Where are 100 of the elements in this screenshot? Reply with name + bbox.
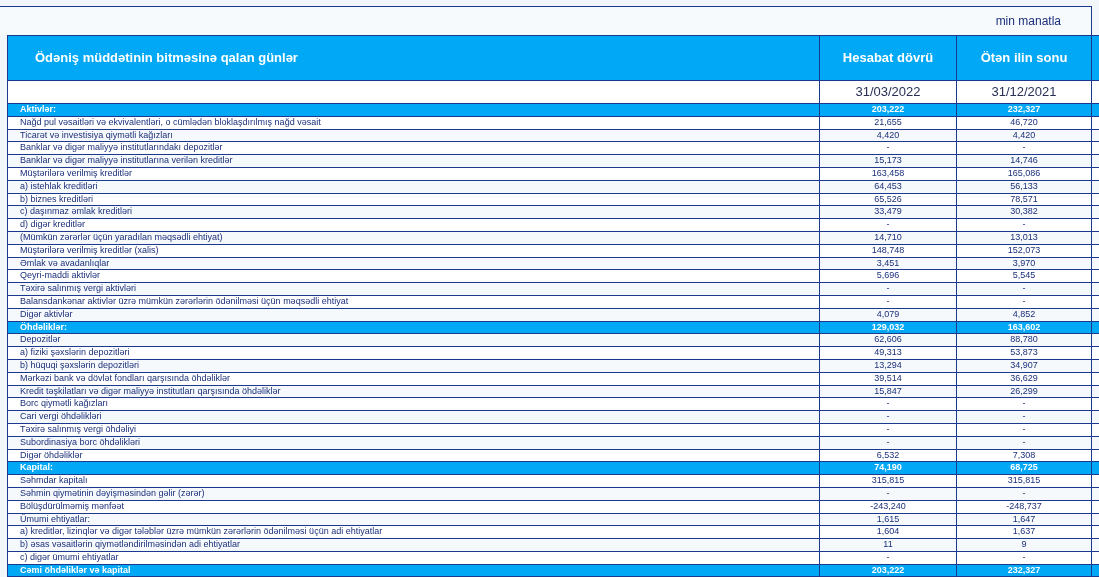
table-cell: - [1022, 219, 1026, 230]
table-cell: - [886, 423, 890, 434]
row-label: Müştərilərə verilmiş kreditlər (xalis) [20, 244, 159, 255]
table-cell: 163,458 [871, 168, 905, 178]
table-cell: 203,222 [871, 564, 905, 575]
row-label: Müştərilərə verilmiş kreditlər [20, 168, 133, 178]
table-cell: 1,647 [1012, 513, 1036, 524]
table-cell: 46,720 [1010, 116, 1038, 127]
table-cell: - [886, 142, 890, 153]
table-cell: - [886, 219, 890, 230]
table-cell: 5,545 [1012, 270, 1036, 281]
row-label: Təxirə salınmış vergi aktivləri [20, 283, 137, 294]
row-label: Səhmin qiymətinin dəyişməsindən gəlir (zərər) [20, 487, 205, 498]
table-cell: 13,013 [1010, 231, 1038, 242]
table-cell: 39,514 [874, 372, 902, 383]
table-cell: 26,299 [1010, 385, 1038, 396]
table-cell: 232,327 [1007, 564, 1041, 575]
row-label: b) biznes kreditləri [20, 193, 94, 204]
table-cell: -243,240 [870, 500, 906, 511]
row-label: b) əsas vəsaitlərin qiymətləndirilməsindən adi ehtiyatlar [20, 539, 241, 550]
unit-label: min manatla [995, 14, 1061, 28]
table-cell: 1,604 [876, 526, 900, 537]
row-label: Banklar və digər maliyyə institutlarına verilən kreditlər [20, 155, 233, 166]
row-label: Aktivlər: [20, 104, 56, 114]
row-label: (Mümkün zərərlər üçün yaradılan məqsədli ehtiyat) [20, 231, 223, 242]
row-label: c) daşınmaz əmlak kreditləri [20, 206, 133, 217]
table-cell: - [1022, 142, 1026, 153]
table-cell: 88,780 [1010, 334, 1038, 345]
table-cell: 68,725 [1010, 462, 1038, 473]
table-cell: 7,308 [1012, 449, 1036, 460]
row-label: Depozitlər [20, 334, 61, 345]
table-cell: 78,571 [1010, 193, 1038, 204]
table-cell: 165,086 [1007, 168, 1041, 178]
table-cell: 14,710 [874, 231, 902, 242]
table-cell: - [886, 551, 890, 562]
row-label: Əmlak və avadanlıqlar [20, 257, 110, 268]
date-header: 31/03/2022 [855, 84, 921, 99]
table-cell: 65,526 [874, 193, 902, 204]
table-cell: 6,532 [876, 449, 900, 460]
table-cell: 1,615 [876, 513, 900, 524]
table-cell: 49,313 [874, 347, 902, 358]
table-cell: 4,852 [1012, 308, 1036, 319]
row-label: d) digər kreditlər [20, 219, 86, 230]
table-cell: 64,453 [874, 180, 902, 191]
table-cell: 34,907 [1010, 359, 1038, 370]
row-label: Balansdankənar aktivlər üzrə mümkün zərərlərin ödənilməsi üçün məqsədli ehtiyat [20, 295, 349, 306]
table-cell: 129,032 [871, 321, 905, 332]
column-header: Ötən ilin sonu [980, 52, 1068, 64]
table-cell: -248,737 [1006, 500, 1042, 511]
column-header: Hesabat dövrü [842, 52, 934, 64]
row-label: Mərkəzi bank və dövlət fondları qarşısında öhdəliklər [20, 372, 231, 383]
row-label: Ticarət və investisiya qiymətli kağızları [20, 129, 173, 140]
row-label: Nağd pul vəsaitləri və ekvivalentləri, o cümlədən bloklaşdırılmış nağd vəsait [20, 116, 321, 127]
table-cell: - [1022, 295, 1026, 306]
table-cell: 14,746 [1010, 155, 1038, 166]
row-label: Digər aktivlər [20, 308, 73, 319]
table-cell: - [1022, 487, 1026, 498]
table-cell: 4,420 [1012, 129, 1036, 140]
table-cell: 56,133 [1010, 180, 1038, 191]
row-label: a) istehlak kreditləri [20, 180, 98, 191]
table-cell: 163,602 [1007, 321, 1041, 332]
row-label: Bölüşdürülməmiş mənfəət [20, 500, 125, 511]
table-cell: - [886, 283, 890, 294]
table-cell: 3,451 [876, 257, 900, 268]
table-cell: 4,079 [876, 308, 900, 319]
table-cell: 33,479 [874, 206, 902, 217]
row-label: Cari vergi öhdəlikləri [20, 411, 102, 422]
table-cell: 11 [883, 539, 893, 550]
table-cell: 1,637 [1012, 526, 1036, 537]
table-cell: - [1022, 551, 1026, 562]
table-cell: - [886, 487, 890, 498]
table-cell: 4,420 [876, 129, 900, 140]
table-cell: - [1022, 436, 1026, 447]
table-cell: 74,190 [874, 462, 902, 473]
row-label: Kredit təşkilatları və digər maliyyə institutları qarşısında öhdəliklər [20, 385, 281, 396]
table-cell: 30,382 [1010, 206, 1038, 217]
table-cell: 203,222 [871, 104, 905, 114]
row-label: Kapital: [20, 462, 53, 473]
row-label: Qeyri-maddi aktivlər [20, 270, 101, 281]
table-cell: 13,294 [874, 359, 902, 370]
row-label: c) digər ümumi ehtiyatlar [20, 551, 119, 562]
table-cell: 15,847 [874, 385, 902, 396]
column-header: Ödəniş müddətinin bitməsinə qalan günlər [35, 52, 298, 64]
row-label: b) hüquqi şəxslərin depozitləri [20, 359, 140, 370]
table-cell: - [886, 398, 890, 409]
row-label: a) kreditlər, lizinqlər və digər tələblər üzrə mümkün zərərlərin ödənilməsi üçün adi ehtiyatlar [20, 526, 383, 537]
table-cell: - [1022, 283, 1026, 294]
table-cell: 5,696 [876, 270, 900, 281]
table-cell: - [886, 411, 890, 422]
table-cell: 53,873 [1010, 347, 1038, 358]
row-label: Ümumi ehtiyatlar: [20, 513, 91, 524]
row-label: Öhdəliklər: [20, 321, 67, 332]
table-cell: 232,327 [1007, 104, 1041, 114]
table-cell: 152,073 [1007, 244, 1041, 255]
table-cell: 15,173 [874, 155, 902, 166]
table-cell: 21,655 [874, 116, 902, 127]
row-label: Təxirə salınmış vergi öhdəliyi [20, 423, 137, 434]
table-cell: 9 [1021, 539, 1027, 550]
table-cell: 148,748 [871, 244, 905, 255]
table-cell: 315,815 [871, 475, 905, 486]
